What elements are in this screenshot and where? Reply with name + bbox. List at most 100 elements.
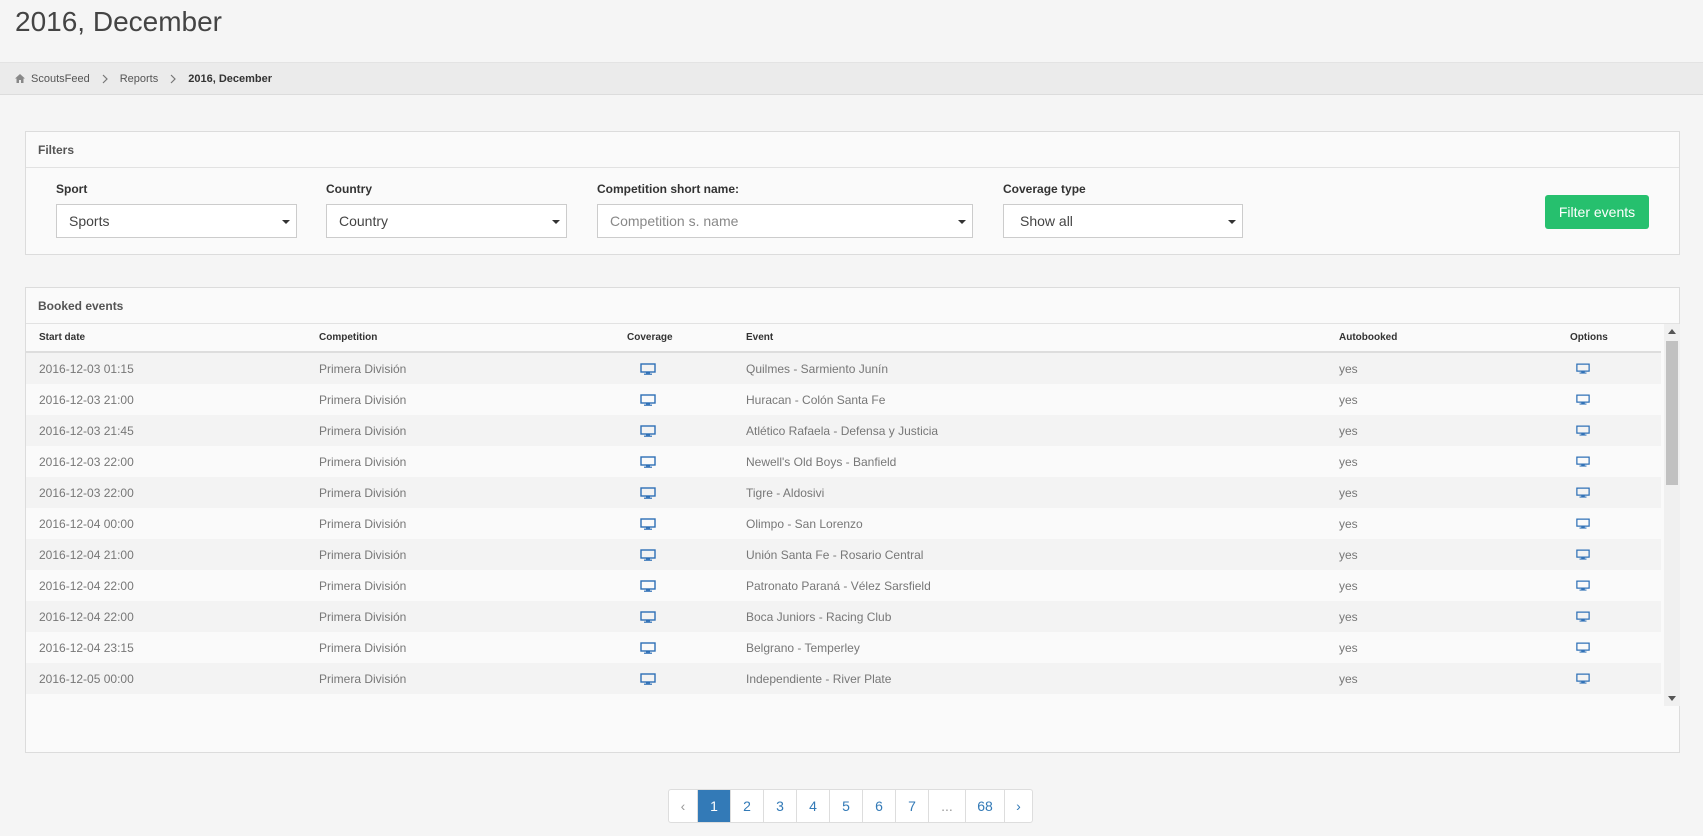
page-button-5[interactable]: 5 [829, 790, 862, 822]
cell-event: Unión Santa Fe - Rosario Central [746, 547, 924, 562]
monitor-icon[interactable] [1576, 353, 1590, 384]
monitor-icon[interactable] [1576, 632, 1590, 663]
monitor-icon [640, 663, 656, 694]
scrollbar-thumb[interactable] [1666, 341, 1678, 485]
table-row[interactable]: 2016-12-03 21:00 Primera División Huracan … [26, 384, 1661, 415]
monitor-icon[interactable] [1576, 446, 1590, 477]
scroll-up-icon[interactable] [1668, 329, 1676, 334]
country-select[interactable]: Country [326, 204, 567, 238]
sport-filter: Sport Sports [56, 182, 297, 238]
pagination: ‹ 1 2 3 4 5 6 7... 68 › [668, 789, 1033, 823]
cell-start-date: 2016-12-04 22:00 [39, 578, 134, 593]
cell-autobooked: yes [1339, 454, 1358, 469]
cell-start-date: 2016-12-03 01:15 [39, 361, 134, 376]
cell-competition: Primera División [319, 578, 407, 593]
competition-select-placeholder: Competition s. name [610, 213, 739, 229]
table-row[interactable]: 2016-12-03 21:45 Primera División Atlético… [26, 415, 1661, 446]
page-button-4[interactable]: 4 [796, 790, 829, 822]
monitor-icon [640, 570, 656, 601]
booked-events-panel: Booked events Start date Competition Cov… [25, 287, 1680, 753]
monitor-icon [640, 632, 656, 663]
column-header-competition[interactable]: Competition [319, 324, 377, 351]
column-header-coverage[interactable]: Coverage [627, 324, 673, 351]
monitor-icon[interactable] [1576, 384, 1590, 415]
column-header-start-date[interactable]: Start date [39, 324, 85, 351]
column-header-autobooked[interactable]: Autobooked [1339, 324, 1397, 351]
table-row[interactable]: 2016-12-03 22:00 Primera División Newell's… [26, 446, 1661, 477]
cell-autobooked: yes [1339, 578, 1358, 593]
table-row[interactable]: 2016-12-04 00:00 Primera División Olimpo -… [26, 508, 1661, 539]
cell-event: Boca Juniors - Racing Club [746, 609, 892, 624]
table-row[interactable]: 2016-12-03 22:00 Primera División Tigre - … [26, 477, 1661, 508]
table-row[interactable]: 2016-12-05 00:00 Primera División Independ… [26, 663, 1661, 694]
cell-competition: Primera División [319, 423, 407, 438]
page-title: 2016, December [15, 6, 223, 37]
page-button-6[interactable]: 6 [862, 790, 895, 822]
page-button-7[interactable]: 7 [895, 790, 928, 822]
caret-down-icon [282, 220, 290, 224]
caret-down-icon [552, 220, 560, 224]
cell-start-date: 2016-12-03 22:00 [39, 454, 134, 469]
home-icon [15, 74, 25, 83]
table-row[interactable]: 2016-12-04 22:00 Primera División Patronat… [26, 570, 1661, 601]
scroll-down-icon[interactable] [1668, 696, 1676, 701]
table-row[interactable]: 2016-12-04 22:00 Primera División Boca Jun… [26, 601, 1661, 632]
pagination-prev-button[interactable]: ‹ [669, 790, 697, 822]
cell-start-date: 2016-12-04 00:00 [39, 516, 134, 531]
monitor-icon[interactable] [1576, 663, 1590, 694]
cell-start-date: 2016-12-03 21:00 [39, 392, 134, 407]
monitor-icon[interactable] [1576, 539, 1590, 570]
breadcrumb: ScoutsFeed Reports 2016, December [0, 62, 1703, 95]
coverage-select[interactable]: Show all [1003, 204, 1243, 238]
monitor-icon[interactable] [1576, 415, 1590, 446]
sport-label: Sport [56, 182, 88, 196]
cell-autobooked: yes [1339, 609, 1358, 624]
cell-event: Patronato Paraná - Vélez Sarsfield [746, 578, 931, 593]
cell-competition: Primera División [319, 392, 407, 407]
cell-event: Belgrano - Temperley [746, 640, 860, 655]
cell-autobooked: yes [1339, 485, 1358, 500]
pagination-next-button[interactable]: › [1004, 790, 1032, 822]
cell-start-date: 2016-12-03 21:45 [39, 423, 134, 438]
cell-autobooked: yes [1339, 516, 1358, 531]
monitor-icon[interactable] [1576, 508, 1590, 539]
page-button-68[interactable]: 68 [965, 790, 1004, 822]
cell-event: Olimpo - San Lorenzo [746, 516, 863, 531]
cell-start-date: 2016-12-04 22:00 [39, 609, 134, 624]
table-row[interactable]: 2016-12-04 21:00 Primera División Unión Sa… [26, 539, 1661, 570]
cell-autobooked: yes [1339, 361, 1358, 376]
cell-event: Newell's Old Boys - Banfield [746, 454, 897, 469]
breadcrumb-item-scoutsfeed[interactable]: ScoutsFeed [31, 73, 90, 85]
filter-events-button[interactable]: Filter events [1545, 195, 1649, 229]
table-scrollbar[interactable] [1664, 324, 1680, 706]
column-header-event[interactable]: Event [746, 324, 773, 351]
cell-competition: Primera División [319, 640, 407, 655]
monitor-icon[interactable] [1576, 601, 1590, 632]
cell-competition: Primera División [319, 516, 407, 531]
table-row[interactable]: 2016-12-04 23:15 Primera División Belgrano… [26, 632, 1661, 663]
breadcrumb-item-reports[interactable]: Reports [120, 73, 159, 85]
breadcrumb-item-current: 2016, December [188, 72, 273, 85]
monitor-icon [640, 384, 656, 415]
cell-competition: Primera División [319, 454, 407, 469]
sport-select[interactable]: Sports [56, 204, 297, 238]
country-select-value: Country [339, 213, 389, 229]
page-button-2[interactable]: 2 [730, 790, 763, 822]
cell-event: Tigre - Aldosivi [746, 485, 825, 500]
page-button-3[interactable]: 3 [763, 790, 796, 822]
competition-select[interactable]: Competition s. name [597, 204, 973, 238]
monitor-icon[interactable] [1576, 477, 1590, 508]
booked-events-table: Start date Competition Coverage Event Au… [26, 324, 1661, 706]
cell-event: Atlético Rafaela - Defensa y Justicia [746, 423, 939, 438]
coverage-filter: Coverage type Show all [1003, 182, 1243, 238]
monitor-icon[interactable] [1576, 570, 1590, 601]
booked-events-heading: Booked events [26, 288, 1679, 324]
caret-down-icon [1228, 220, 1236, 224]
page-button-1[interactable]: 1 [697, 790, 730, 822]
country-label: Country [326, 182, 372, 196]
cell-autobooked: yes [1339, 671, 1358, 686]
competition-label: Competition short name: [597, 182, 740, 196]
cell-competition: Primera División [319, 609, 407, 624]
cell-start-date: 2016-12-04 23:15 [39, 640, 134, 655]
table-row[interactable]: 2016-12-03 01:15 Primera División Quilmes … [26, 353, 1661, 384]
